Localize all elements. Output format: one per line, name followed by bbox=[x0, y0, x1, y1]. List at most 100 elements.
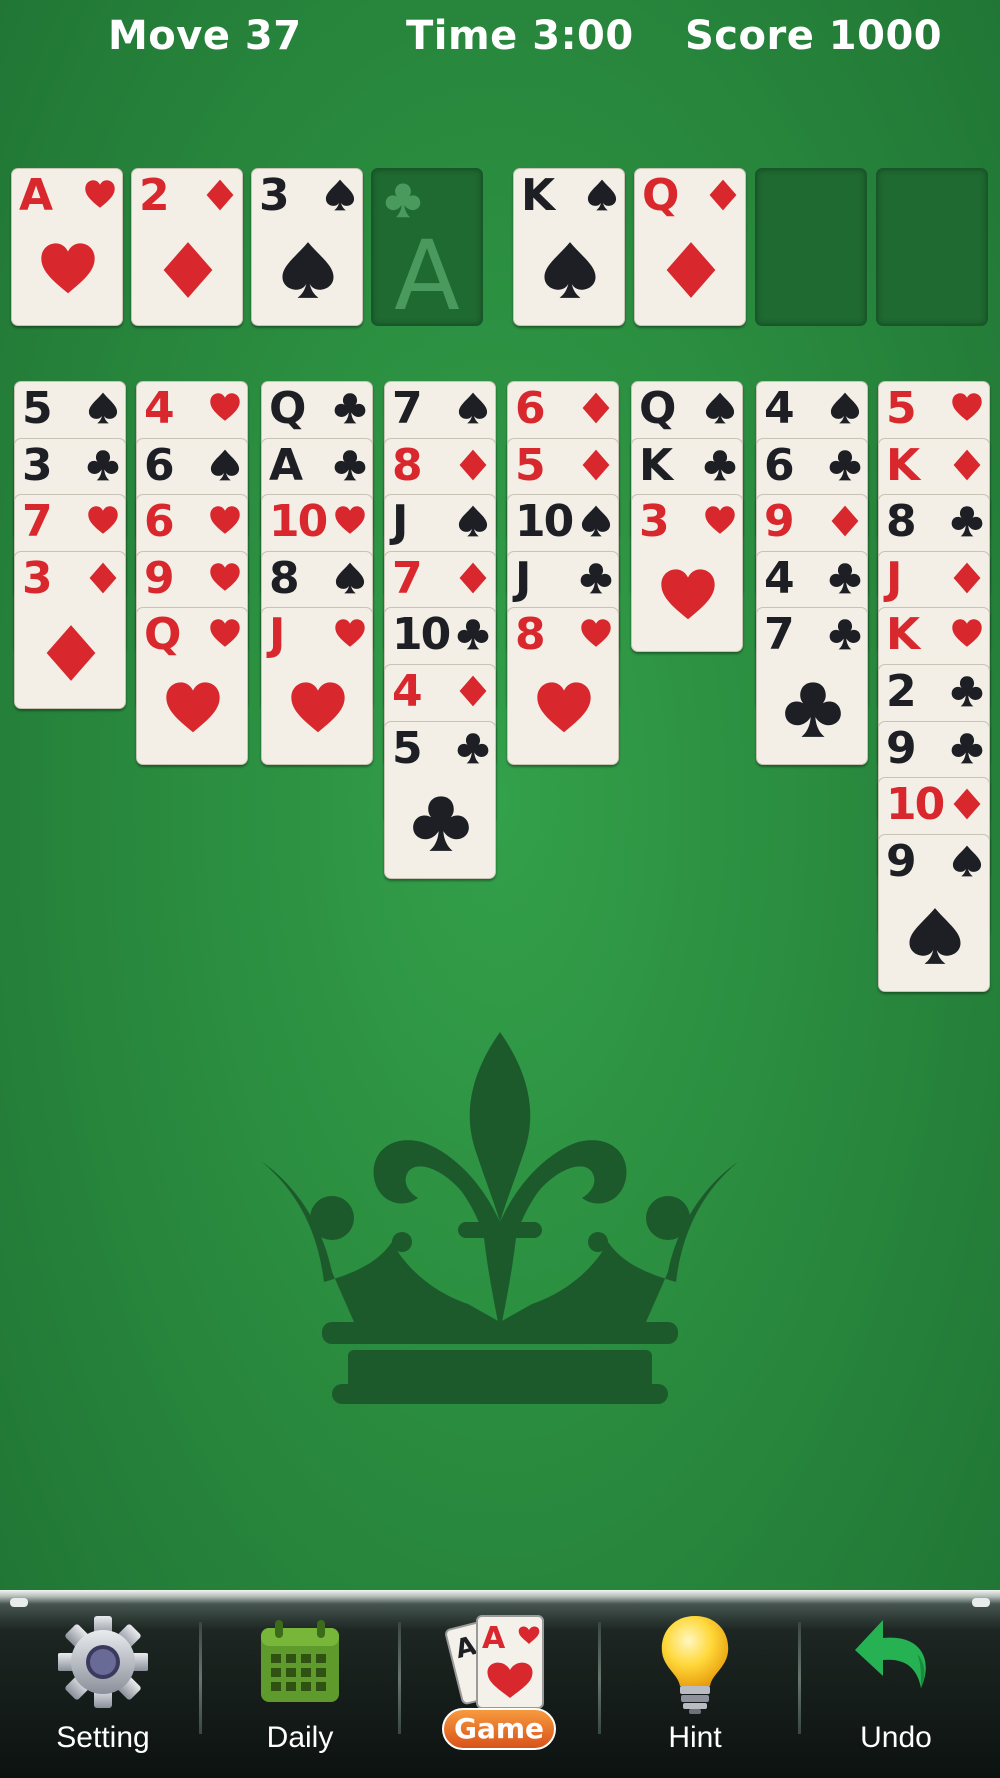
card-rank: 7 bbox=[392, 383, 423, 434]
card-rank: 10 bbox=[886, 779, 945, 831]
undo-label: Undo bbox=[860, 1721, 932, 1754]
heart-icon bbox=[166, 682, 220, 733]
card-rank: K bbox=[886, 439, 920, 491]
spade-icon bbox=[581, 505, 611, 537]
daily-label: Daily bbox=[266, 1721, 334, 1754]
club-icon bbox=[413, 795, 469, 851]
heart-icon bbox=[952, 393, 982, 421]
card-rank: 5 bbox=[886, 383, 917, 434]
heart-icon bbox=[291, 682, 345, 733]
card-rank: 8 bbox=[269, 552, 300, 604]
card-rank: A bbox=[269, 439, 303, 491]
card-rank: 3 bbox=[259, 170, 290, 221]
timer: Time 3:00 bbox=[406, 13, 634, 59]
heart-icon bbox=[581, 619, 611, 648]
club-icon bbox=[704, 449, 736, 480]
spade-icon bbox=[952, 845, 982, 877]
diamond-icon bbox=[459, 562, 487, 594]
card-rank: 4 bbox=[144, 383, 175, 434]
playing-card[interactable]: 3 bbox=[251, 168, 363, 326]
card-rank: J bbox=[269, 609, 285, 661]
spade-icon bbox=[210, 449, 240, 480]
diamond-icon bbox=[953, 449, 981, 480]
diamond-icon bbox=[89, 562, 117, 594]
card-rank: 2 bbox=[886, 666, 917, 717]
spade-icon bbox=[458, 505, 488, 537]
card-rank: 7 bbox=[22, 496, 53, 548]
game-label: Game bbox=[442, 1708, 556, 1750]
heart-icon bbox=[661, 569, 715, 620]
daily-button[interactable]: Daily bbox=[215, 1608, 385, 1768]
playing-card[interactable]: A bbox=[11, 168, 123, 326]
card-rank: 6 bbox=[764, 439, 795, 491]
spade-icon bbox=[830, 392, 860, 424]
club-icon bbox=[951, 732, 983, 763]
card-rank: 9 bbox=[144, 552, 175, 604]
spade-icon bbox=[325, 179, 355, 211]
card-rank: K bbox=[639, 439, 673, 491]
spade-icon bbox=[544, 242, 596, 298]
card-rank: 3 bbox=[22, 552, 53, 604]
card-rank: 7 bbox=[392, 552, 423, 604]
setting-button[interactable]: Setting bbox=[18, 1608, 188, 1768]
club-icon bbox=[457, 619, 489, 650]
playing-card[interactable]: K bbox=[513, 168, 625, 326]
playing-card[interactable]: 2 bbox=[131, 168, 243, 326]
card-rank: 5 bbox=[392, 722, 423, 774]
handle-right bbox=[972, 1598, 990, 1607]
playing-card[interactable]: 7 bbox=[756, 607, 868, 766]
club-icon bbox=[829, 449, 861, 480]
card-rank: 4 bbox=[392, 666, 423, 717]
spade-icon bbox=[282, 242, 334, 298]
heart-icon bbox=[41, 243, 95, 294]
club-icon bbox=[334, 393, 366, 424]
handle-left bbox=[10, 1598, 28, 1607]
card-rank: 9 bbox=[886, 835, 917, 887]
card-rank: Q bbox=[269, 383, 306, 434]
heart-icon bbox=[537, 682, 591, 733]
hint-label: Hint bbox=[668, 1721, 722, 1754]
card-rank: J bbox=[886, 552, 902, 604]
club-icon bbox=[829, 619, 861, 650]
diamond-icon bbox=[953, 788, 981, 820]
playing-card[interactable]: 3 bbox=[14, 550, 126, 709]
playing-card[interactable]: 5 bbox=[384, 720, 496, 879]
playing-card[interactable]: 9 bbox=[878, 833, 990, 992]
divider bbox=[398, 1622, 401, 1734]
card-rank: K bbox=[521, 170, 555, 221]
playing-card[interactable]: Q bbox=[634, 168, 746, 326]
card-rank: 4 bbox=[764, 383, 795, 434]
divider bbox=[798, 1622, 801, 1734]
card-rank: Q bbox=[642, 170, 679, 221]
club-icon bbox=[785, 682, 841, 738]
diamond-icon bbox=[459, 449, 487, 480]
card-rank: 8 bbox=[886, 496, 917, 548]
card-rank: 9 bbox=[886, 722, 917, 774]
playing-card[interactable]: J bbox=[261, 607, 373, 766]
hint-button[interactable]: Hint bbox=[610, 1608, 780, 1768]
empty-slot[interactable] bbox=[755, 168, 867, 326]
playing-card[interactable]: 3 bbox=[631, 494, 743, 653]
diamond-icon bbox=[163, 242, 213, 298]
foundation-slot[interactable]: A bbox=[371, 168, 483, 326]
club-icon bbox=[385, 183, 421, 218]
card-rank: J bbox=[515, 552, 531, 604]
diamond-icon bbox=[953, 562, 981, 594]
setting-label: Setting bbox=[56, 1721, 150, 1754]
spade-icon bbox=[587, 179, 617, 211]
diamond-icon bbox=[582, 449, 610, 480]
heart-icon bbox=[952, 619, 982, 648]
club-icon bbox=[951, 506, 983, 537]
empty-slot[interactable] bbox=[876, 168, 988, 326]
undo-arrow-icon bbox=[855, 1620, 926, 1688]
spade-icon bbox=[705, 392, 735, 424]
crown-emblem-icon bbox=[262, 1032, 738, 1404]
heart-icon bbox=[88, 506, 118, 534]
playing-card[interactable]: Q bbox=[136, 607, 248, 766]
undo-button[interactable]: Undo bbox=[811, 1608, 981, 1768]
playing-card[interactable]: 8 bbox=[507, 607, 619, 766]
foundation-placeholder-rank: A bbox=[394, 220, 460, 332]
divider bbox=[598, 1622, 601, 1734]
heart-icon bbox=[705, 506, 735, 534]
heart-icon bbox=[210, 393, 240, 421]
